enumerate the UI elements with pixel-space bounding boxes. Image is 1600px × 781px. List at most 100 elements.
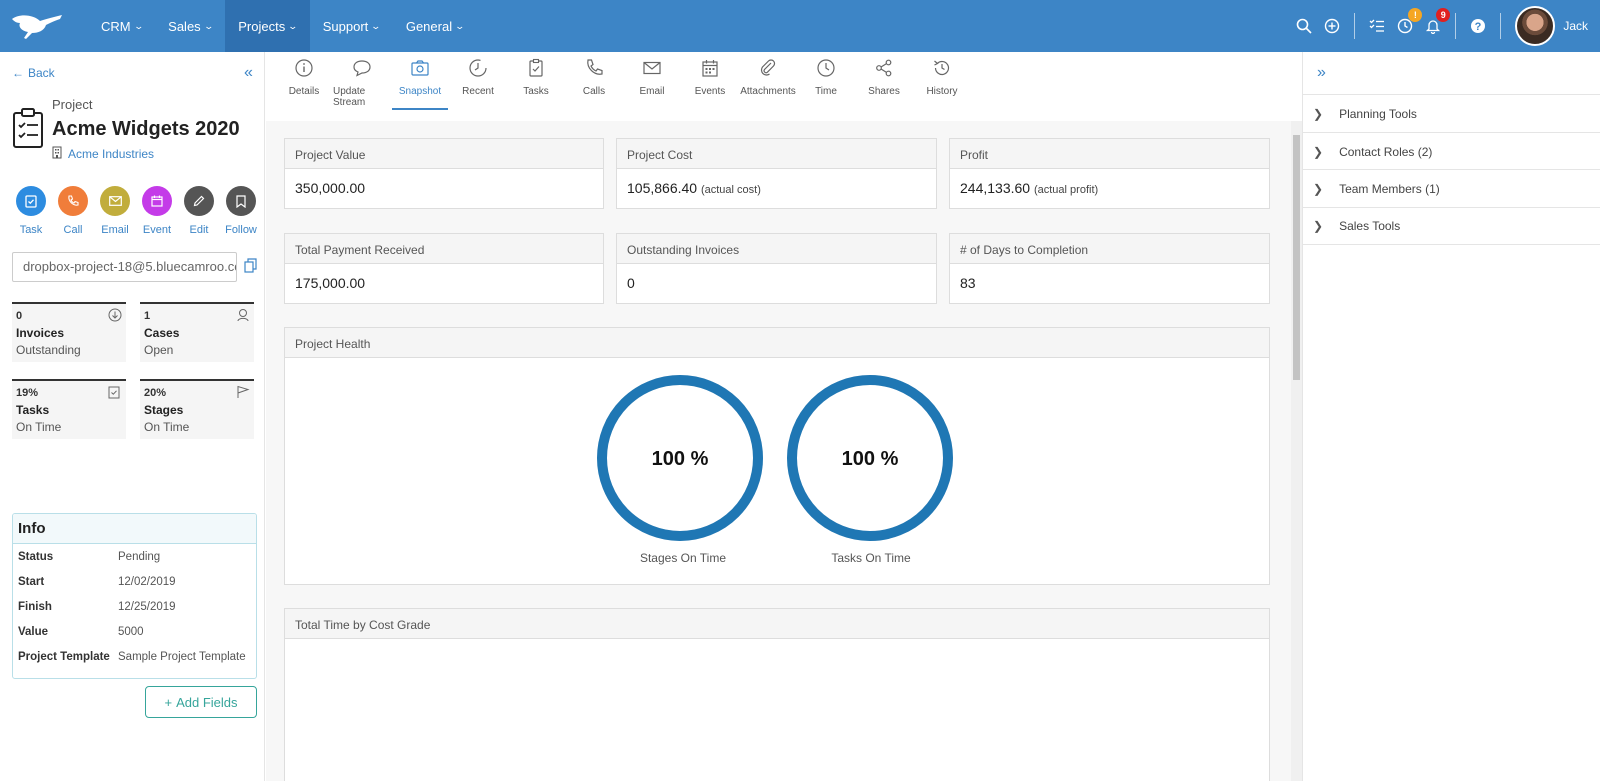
share-icon [876,59,892,77]
bell-icon[interactable]: 9 [1420,8,1451,39]
tab-events[interactable]: Events [681,52,739,110]
nav-item-crm[interactable]: CRM ⌄ [88,0,155,52]
email-button[interactable]: Email [94,186,136,236]
kpi-number: 1 [144,310,151,322]
info-key: Start [18,575,45,588]
scrollbar-thumb[interactable] [1293,135,1300,380]
info-title: Info [13,514,256,544]
metric-card-total-payment: Total Payment Received 175,000.00 [284,233,604,304]
accordion-team-members[interactable]: ❯ Team Members (1) [1303,169,1600,207]
info-value[interactable]: Sample Project Template [118,651,246,663]
email-icon [643,61,661,75]
kpi-title: Stages [144,403,184,417]
avatar[interactable] [1515,6,1556,46]
kpi-cases[interactable]: 1 Cases Open [140,302,254,362]
action-label: Event [142,224,172,236]
tab-time[interactable]: Time [797,52,855,110]
tab-label: History [926,86,958,97]
nav-item-support[interactable]: Support ⌄ [310,0,393,52]
info-row-status: Status Pending [13,544,256,569]
record-type: Project [52,97,93,112]
tab-details[interactable]: Details [275,52,333,110]
copy-icon[interactable] [244,258,258,274]
gauge-value: 100 % [652,448,709,470]
nav-item-sales[interactable]: Sales ⌄ [155,0,225,52]
back-link[interactable]: ← Back [12,66,55,80]
calendar-icon [702,60,718,77]
tab-attachments[interactable]: Attachments [739,52,797,110]
event-button[interactable]: Event [136,186,178,236]
info-key: Value [18,625,49,638]
tab-label: Details [288,86,320,97]
info-panel: Info Status Pending Start 12/02/2019 Finis… [12,513,257,679]
tab-recent[interactable]: Recent [449,52,507,110]
chevron-right-icon: ❯ [1313,181,1324,196]
chevron-right-icon: ❯ [1313,106,1324,121]
total-time-panel: Total Time by Cost Grade [284,608,1270,781]
action-label: Edit [189,224,209,236]
task-list-icon[interactable] [1364,13,1390,39]
accordion-label: Sales Tools [1339,219,1401,233]
add-fields-button[interactable]: + Add Fields [145,686,257,718]
tab-label: Time [815,86,837,97]
info-value[interactable]: 5000 [118,626,144,638]
tab-snapshot[interactable]: Snapshot [391,52,449,110]
nav-item-label: General [405,18,453,34]
info-key: Status [18,550,54,563]
tab-history[interactable]: History [913,52,971,110]
task-check-icon [108,385,122,399]
edit-button[interactable]: Edit [178,186,220,236]
info-value[interactable]: 12/02/2019 [118,576,176,588]
search-icon[interactable] [1291,13,1317,39]
nav-item-projects[interactable]: Projects ⌄ [225,0,310,52]
building-icon [52,146,62,162]
user-name[interactable]: Jack [1563,19,1588,33]
tab-email[interactable]: Email [623,52,681,110]
help-icon[interactable]: ? [1465,13,1491,39]
phone-icon [587,59,603,75]
gauge-label: Stages On Time [639,551,727,565]
add-circle-icon[interactable] [1319,13,1345,39]
tab-label: Attachments [740,86,796,97]
nav-item-label: Support [322,18,369,34]
accordion-sales-tools[interactable]: ❯ Sales Tools [1303,207,1600,245]
arrow-left-icon: ← [12,66,24,80]
info-key: Project Template [18,650,110,663]
company-link[interactable]: Acme Industries [52,146,154,162]
expand-right-icon[interactable]: » [1317,64,1326,82]
page-title: Acme Widgets 2020 [52,118,240,140]
main-scrollbar[interactable] [1291,121,1302,781]
kpi-number: 20% [144,387,167,399]
accordion-label: Contact Roles (2) [1339,144,1433,159]
accordion-planning-tools[interactable]: ❯ Planning Tools [1303,94,1600,132]
metric-value-row: 350,000.00 [285,169,603,207]
dropbox-email-field[interactable]: dropbox-project-18@5.bluecamroo.com [12,252,237,282]
kpi-tasks[interactable]: 19% Tasks On Time [12,379,126,439]
collapse-left-icon[interactable]: « [244,64,253,82]
follow-button[interactable]: Follow [220,186,262,236]
tab-label: Calls [582,86,606,97]
clipboard-project-icon [12,108,44,148]
info-value[interactable]: Pending [118,551,160,563]
panel-title: Total Time by Cost Grade [285,609,1269,639]
gauge-label: Tasks On Time [831,551,911,565]
accordion-contact-roles[interactable]: ❯ Contact Roles (2) [1303,132,1600,170]
metric-value: 350,000.00 [295,180,366,196]
kpi-invoices[interactable]: 0 Invoices Outstanding [12,302,126,362]
phone-icon [58,186,88,216]
metric-card-profit: Profit 244,133.60 (actual profit) [949,138,1270,209]
info-value[interactable]: 12/25/2019 [118,601,176,613]
tab-shares[interactable]: Shares [855,52,913,110]
metric-value-row: 175,000.00 [285,264,603,302]
task-button[interactable]: Task [10,186,52,236]
kangaroo-logo-icon[interactable] [10,6,76,46]
kpi-stages[interactable]: 20% Stages On Time [140,379,254,439]
call-button[interactable]: Call [52,186,94,236]
tab-update-stream[interactable]: Update Stream [333,52,391,110]
alerts-clock-icon[interactable]: ! [1392,8,1423,39]
panel-title: Project Health [285,328,1269,358]
pencil-icon [184,186,214,216]
tab-calls[interactable]: Calls [565,52,623,110]
nav-item-general[interactable]: General ⌄ [393,0,477,52]
tab-tasks[interactable]: Tasks [507,52,565,110]
